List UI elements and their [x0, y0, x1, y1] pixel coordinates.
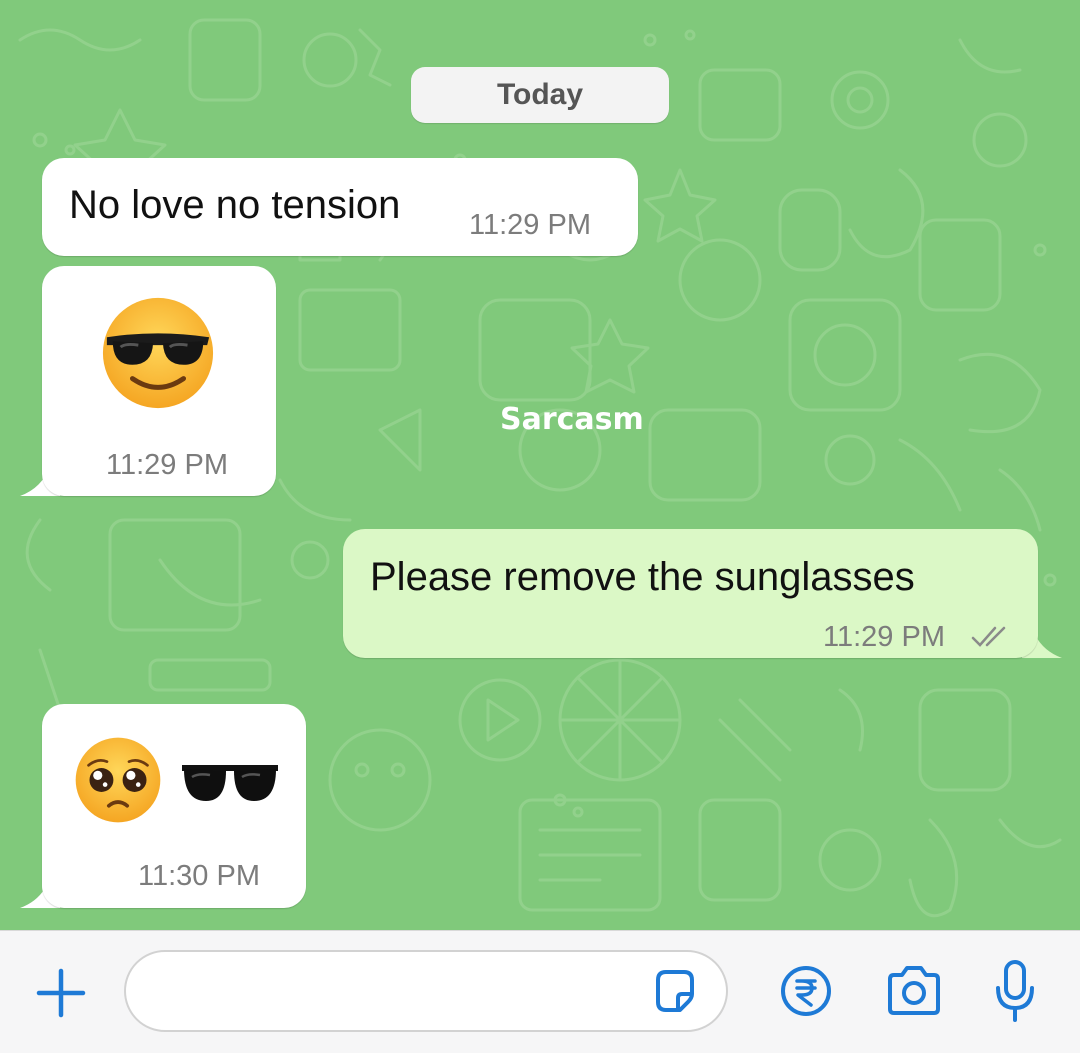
- microphone-icon[interactable]: [992, 958, 1038, 1024]
- message-timestamp: 11:29 PM: [106, 449, 228, 481]
- message-input[interactable]: [150, 970, 634, 1012]
- read-receipt-icon: [971, 626, 1006, 647]
- message-text: Please remove the sunglasses: [370, 555, 915, 599]
- sticker-icon[interactable]: [650, 966, 700, 1016]
- message-input-box[interactable]: [124, 950, 728, 1032]
- message-bubble-incoming[interactable]: No love no tension 11:29 PM: [42, 158, 638, 256]
- camera-icon[interactable]: [882, 963, 946, 1019]
- pleading-face-icon: [75, 737, 161, 823]
- chat-background: Today No love no tension 11:29 PM 11:29 …: [0, 0, 1080, 930]
- smiling-face-with-sunglasses-icon: [102, 297, 214, 409]
- message-composer: [0, 930, 1080, 1053]
- plus-icon[interactable]: [33, 965, 89, 1021]
- rupee-payment-icon[interactable]: [778, 963, 834, 1019]
- message-timestamp: 11:29 PM: [469, 209, 591, 241]
- message-timestamp: 11:29 PM: [823, 621, 945, 653]
- message-text: No love no tension: [69, 183, 401, 227]
- date-separator: Today: [411, 67, 669, 123]
- message-timestamp: 11:30 PM: [138, 860, 260, 892]
- message-bubble-incoming[interactable]: 11:30 PM: [42, 704, 306, 908]
- sunglasses-icon: [182, 765, 278, 801]
- message-bubble-incoming[interactable]: 11:29 PM: [42, 266, 276, 496]
- message-bubble-outgoing[interactable]: Please remove the sunglasses 11:29 PM: [343, 529, 1038, 658]
- watermark-text: Sarcasm: [500, 402, 644, 437]
